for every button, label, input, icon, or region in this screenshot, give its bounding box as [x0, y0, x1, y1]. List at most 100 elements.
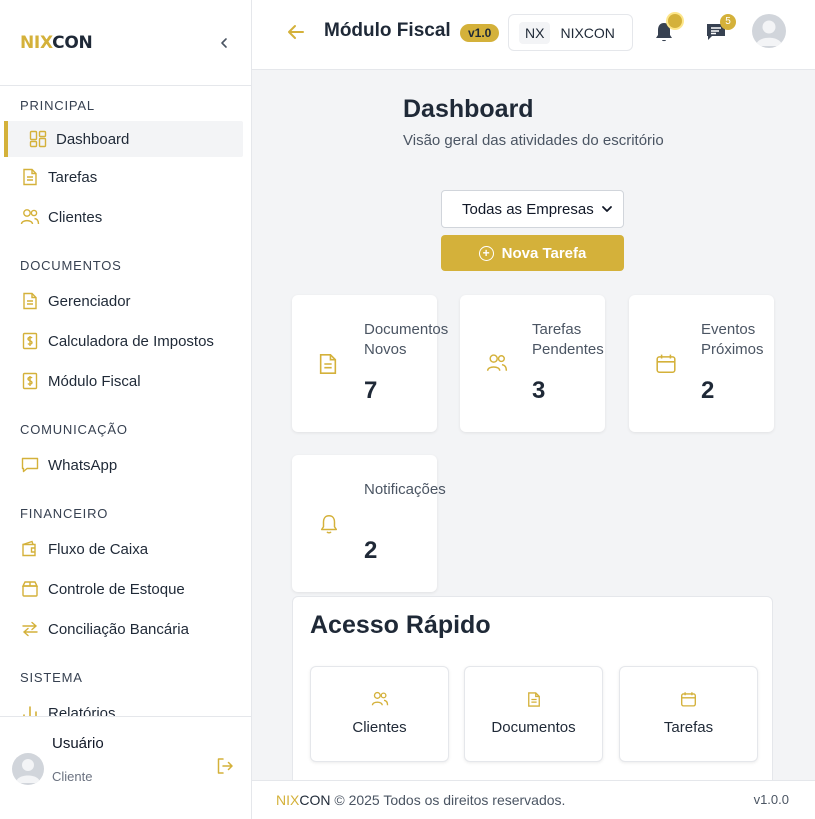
dollar-doc-icon	[20, 371, 40, 391]
footer-brand-part-2: CON	[299, 792, 331, 808]
footer-copyright-text: © 2025 Todos os direitos reservados.	[330, 792, 566, 808]
user-avatar[interactable]	[752, 14, 786, 48]
section-title-sistema: SISTEMA	[20, 670, 83, 685]
sidebar-item-tarefas[interactable]: Tarefas	[0, 157, 251, 197]
page-subtitle: Visão geral das atividades do escritório	[403, 132, 664, 149]
sidebar-item-fluxo-de-caixa[interactable]: Fluxo de Caixa	[0, 529, 251, 569]
sidebar-item-label: Módulo Fiscal	[48, 372, 141, 390]
stat-card-eventos[interactable]: Eventos Próximos 2	[629, 295, 774, 432]
sidebar: NIXCON PRINCIPAL Dashboard Tarefas Clien…	[0, 0, 252, 819]
stat-value: 7	[364, 377, 378, 404]
brand-part-1: NIX	[20, 32, 53, 53]
exchange-icon	[20, 619, 40, 639]
bar-chart-icon	[20, 703, 40, 717]
sidebar-item-label: Conciliação Bancária	[48, 620, 189, 638]
quick-access-tarefas[interactable]: Tarefas	[619, 666, 758, 762]
stat-card-tarefas[interactable]: Tarefas Pendentes 3	[460, 295, 605, 432]
messages-count-badge: 5	[720, 14, 736, 30]
quick-access-label: Documentos	[491, 719, 576, 736]
new-task-label: Nova Tarefa	[501, 244, 587, 262]
sidebar-item-dashboard[interactable]: Dashboard	[4, 121, 243, 157]
notifications-bell-icon[interactable]	[652, 14, 682, 46]
box-icon	[20, 579, 40, 599]
dollar-doc-icon	[20, 331, 40, 351]
sidebar-item-label: WhatsApp	[48, 456, 118, 474]
sidebar-item-calculadora-de-impostos[interactable]: Calculadora de Impostos	[0, 321, 251, 361]
chevron-down-icon	[601, 203, 613, 215]
sidebar-item-clientes[interactable]: Clientes	[0, 197, 251, 237]
brand-logo[interactable]: NIXCON	[20, 32, 93, 53]
quick-access-panel: Acesso Rápido Clientes Documentos Tarefa…	[292, 596, 773, 786]
stat-label: Documentos Novos	[364, 321, 449, 358]
stat-value: 3	[532, 377, 546, 404]
sidebar-item-label: Gerenciador	[48, 292, 131, 310]
footer-version: v1.0.0	[753, 792, 789, 807]
sidebar-item-label: Fluxo de Caixa	[48, 540, 149, 558]
user-name: Usuário	[52, 735, 104, 752]
quick-access-title: Acesso Rápido	[310, 611, 491, 639]
wallet-icon	[20, 539, 40, 559]
sidebar-item-controle-de-estoque[interactable]: Controle de Estoque	[0, 569, 251, 609]
quick-access-clientes[interactable]: Clientes	[310, 666, 449, 762]
grid-icon	[28, 129, 48, 149]
sidebar-item-label: Clientes	[48, 208, 103, 226]
sidebar-item-modulo-fiscal[interactable]: Módulo Fiscal	[0, 361, 251, 401]
footer: NIXCON © 2025 Todos os direitos reservad…	[252, 780, 815, 819]
company-switcher[interactable]: NX NIXCON	[508, 14, 633, 51]
calendar-icon	[620, 691, 757, 708]
footer-brand-part-1: NIX	[276, 792, 300, 808]
avatar[interactable]	[12, 753, 44, 785]
select-value: Todas as Empresas	[462, 200, 594, 218]
document-icon	[465, 691, 602, 708]
sidebar-item-whatsapp[interactable]: WhatsApp	[0, 445, 251, 485]
company-initials: NX	[519, 21, 551, 44]
users-icon	[20, 207, 40, 227]
module-title: Módulo Fiscal	[324, 20, 451, 41]
company-name: NIXCON	[560, 24, 615, 41]
stat-card-notificacoes[interactable]: Notificações 2	[292, 455, 446, 592]
quick-access-label: Tarefas	[663, 719, 714, 736]
users-icon	[486, 353, 508, 373]
user-role: Cliente	[52, 769, 93, 784]
collapse-sidebar-icon[interactable]	[217, 36, 231, 50]
section-title-principal: PRINCIPAL	[20, 98, 95, 113]
document-icon	[20, 291, 40, 311]
logout-icon[interactable]	[216, 757, 234, 775]
version-badge: v1.0	[460, 24, 500, 42]
stat-label: Notificações	[364, 481, 446, 498]
brand-part-2: CON	[52, 32, 93, 53]
plus-circle-icon: +	[478, 245, 494, 261]
message-icon	[20, 455, 40, 475]
stat-value: 2	[701, 377, 715, 404]
sidebar-item-conciliacao-bancaria[interactable]: Conciliação Bancária	[0, 609, 251, 649]
stat-label: Eventos Próximos	[701, 321, 764, 358]
sidebar-item-relatorios[interactable]: Relatórios	[0, 693, 251, 717]
sidebar-item-label: Controle de Estoque	[48, 580, 185, 598]
notification-dot	[668, 14, 682, 28]
sidebar-header: NIXCON	[0, 0, 251, 86]
company-filter-select[interactable]: Todas as Empresas	[441, 190, 624, 228]
sidebar-item-gerenciador[interactable]: Gerenciador	[0, 281, 251, 321]
sidebar-item-label: Dashboard	[56, 130, 130, 148]
section-title-comunicacao: COMUNICAÇÃO	[20, 422, 128, 437]
sidebar-item-label: Tarefas	[48, 168, 98, 186]
calendar-icon	[655, 353, 677, 375]
document-icon	[20, 167, 40, 187]
sidebar-nav: PRINCIPAL Dashboard Tarefas Clientes DOC…	[0, 87, 251, 717]
users-icon	[311, 691, 448, 707]
footer-copyright: NIXCON © 2025 Todos os direitos reservad…	[276, 792, 565, 808]
sidebar-user: Usuário Cliente	[0, 716, 251, 819]
section-title-documentos: DOCUMENTOS	[20, 258, 122, 273]
stat-value: 2	[364, 537, 378, 564]
stat-label: Tarefas Pendentes	[532, 321, 604, 358]
sidebar-item-label: Calculadora de Impostos	[48, 332, 214, 350]
page-title: Dashboard	[403, 95, 534, 123]
quick-access-documentos[interactable]: Documentos	[464, 666, 603, 762]
back-arrow-icon[interactable]	[286, 22, 306, 42]
new-task-button[interactable]: + Nova Tarefa	[441, 235, 624, 271]
quick-access-label: Clientes	[352, 719, 407, 736]
section-title-financeiro: FINANCEIRO	[20, 506, 109, 521]
document-icon	[318, 353, 338, 375]
stat-card-documentos[interactable]: Documentos Novos 7	[292, 295, 448, 432]
messages-icon[interactable]: 5	[704, 14, 736, 46]
